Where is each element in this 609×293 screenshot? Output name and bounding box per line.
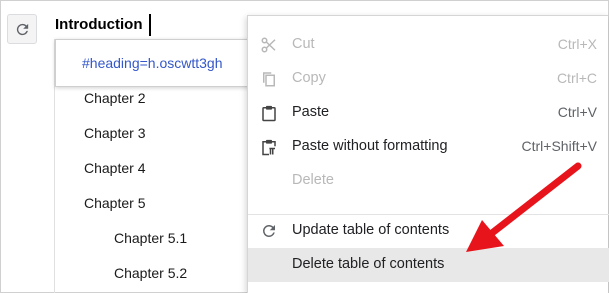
menu-item-label: Delete table of contents — [292, 256, 445, 272]
toc-entry-chapter-5[interactable]: Chapter 5 — [84, 195, 145, 211]
menu-item-update-toc[interactable]: Update table of contents — [248, 214, 609, 248]
menu-item-label: Paste without formatting — [292, 138, 448, 154]
paste-icon — [262, 105, 276, 122]
toc-entry-chapter-5-2[interactable]: Chapter 5.2 — [114, 265, 187, 281]
menu-item-cut[interactable]: Cut Ctrl+X — [248, 28, 609, 62]
text-cursor — [149, 14, 151, 36]
refresh-icon — [262, 224, 275, 237]
heading-introduction[interactable]: Introduction — [55, 16, 142, 33]
menu-item-paste-without-formatting[interactable]: Paste without formatting Ctrl+Shift+V — [248, 130, 609, 164]
menu-item-delete[interactable]: Delete — [248, 164, 609, 198]
menu-item-paste[interactable]: Paste Ctrl+V — [248, 96, 609, 130]
context-menu: Cut Ctrl+X Copy Ctrl+C Paste Ctrl+V Past… — [247, 15, 609, 293]
refresh-icon — [16, 23, 28, 35]
refresh-toc-button[interactable] — [7, 14, 37, 44]
copy-icon — [263, 72, 275, 87]
menu-item-label: Copy — [292, 70, 326, 86]
toc-entry-chapter-4[interactable]: Chapter 4 — [84, 160, 145, 176]
menu-item-delete-toc[interactable]: Delete table of contents — [248, 248, 609, 282]
link-popup: #heading=h.oscwtt3gh — [55, 39, 255, 87]
menu-item-label: Paste — [292, 104, 330, 120]
menu-item-label: Delete — [292, 172, 334, 188]
menu-item-shortcut: Ctrl+Shift+V — [521, 138, 597, 154]
menu-item-shortcut: Ctrl+C — [556, 70, 597, 86]
menu-item-shortcut: Ctrl+V — [557, 104, 597, 120]
heading-link[interactable]: #heading=h.oscwtt3gh — [82, 55, 223, 71]
menu-item-shortcut: Ctrl+X — [557, 36, 597, 52]
toc-entry-chapter-5-1[interactable]: Chapter 5.1 — [114, 230, 187, 246]
toc-entry-chapter-3[interactable]: Chapter 3 — [84, 125, 145, 141]
toc-entry-chapter-2[interactable]: Chapter 2 — [84, 90, 145, 106]
menu-item-label: Update table of contents — [292, 222, 450, 238]
paste-plain-icon — [262, 139, 276, 156]
menu-item-copy[interactable]: Copy Ctrl+C — [248, 62, 609, 96]
menu-item-label: Cut — [292, 36, 315, 52]
scissors-icon — [261, 37, 276, 53]
